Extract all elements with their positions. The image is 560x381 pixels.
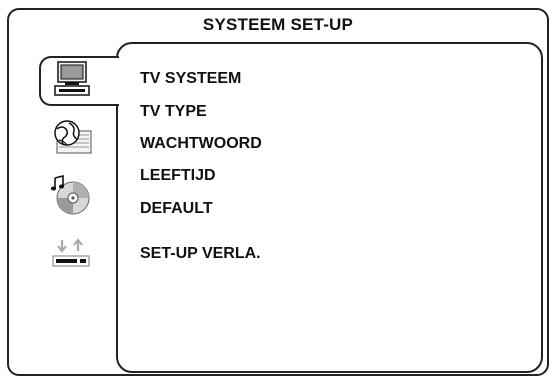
- menu-item-default[interactable]: DEFAULT: [140, 200, 213, 218]
- sidebar-item-preferences[interactable]: [40, 234, 102, 282]
- language-globe-icon: [49, 117, 93, 160]
- tv-monitor-icon: [53, 60, 91, 103]
- sidebar-item-system[interactable]: [39, 56, 119, 106]
- sidebar-item-language[interactable]: [40, 114, 102, 162]
- menu-item-tv-type[interactable]: TV TYPE: [140, 103, 207, 121]
- menu-item-tv-systeem[interactable]: TV SYSTEEM: [140, 70, 241, 88]
- menu-item-wachtwoord[interactable]: WACHTWOORD: [140, 135, 262, 153]
- sidebar-item-audio[interactable]: [40, 172, 102, 220]
- menu-item-setup-verla[interactable]: SET-UP VERLA.: [140, 245, 261, 263]
- menu-item-leeftijd[interactable]: LEEFTIJD: [140, 167, 216, 185]
- audio-disc-icon: [49, 172, 93, 221]
- dvd-player-icon: [51, 237, 91, 279]
- page-title: SYSTEEM SET-UP: [202, 15, 354, 34]
